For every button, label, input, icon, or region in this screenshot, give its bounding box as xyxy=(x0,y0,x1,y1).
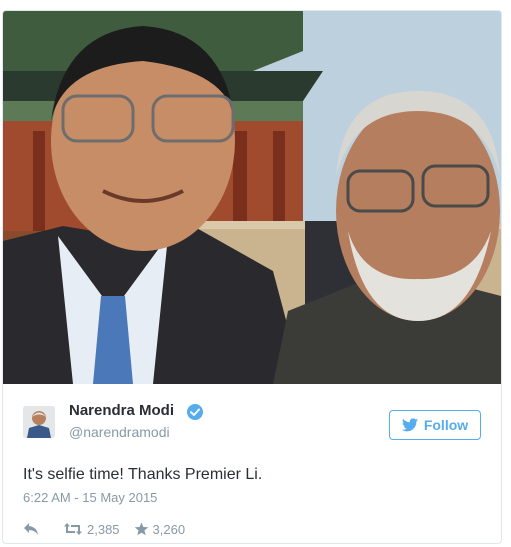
tweet-actions: 2,385 3,260 xyxy=(23,520,185,538)
reply-button[interactable] xyxy=(23,522,39,536)
twitter-bird-icon xyxy=(401,418,418,432)
verified-badge-icon xyxy=(187,404,203,420)
avatar[interactable] xyxy=(23,406,55,438)
follow-button[interactable]: Follow xyxy=(389,410,481,440)
follow-label: Follow xyxy=(423,417,469,433)
like-button[interactable]: 3,260 xyxy=(134,521,186,537)
tweet-timestamp[interactable]: 6:22 AM - 15 May 2015 xyxy=(23,490,157,505)
tweet-body: Narendra Modi @narendramodi Follow It's … xyxy=(3,384,501,543)
retweet-button[interactable]: 2,385 xyxy=(63,522,120,537)
tweet-text: It's selfie time! Thanks Premier Li. xyxy=(23,466,263,483)
author-handle[interactable]: @narendramodi xyxy=(69,424,170,440)
tweet-card: Narendra Modi @narendramodi Follow It's … xyxy=(2,10,502,544)
reply-arrow-icon xyxy=(24,523,38,535)
selfie-photo[interactable] xyxy=(3,11,501,384)
star-icon xyxy=(134,522,148,536)
author-name[interactable]: Narendra Modi xyxy=(69,402,174,419)
retweet-icon xyxy=(64,523,82,535)
like-count: 3,260 xyxy=(152,521,186,537)
retweet-count: 2,385 xyxy=(87,521,120,537)
